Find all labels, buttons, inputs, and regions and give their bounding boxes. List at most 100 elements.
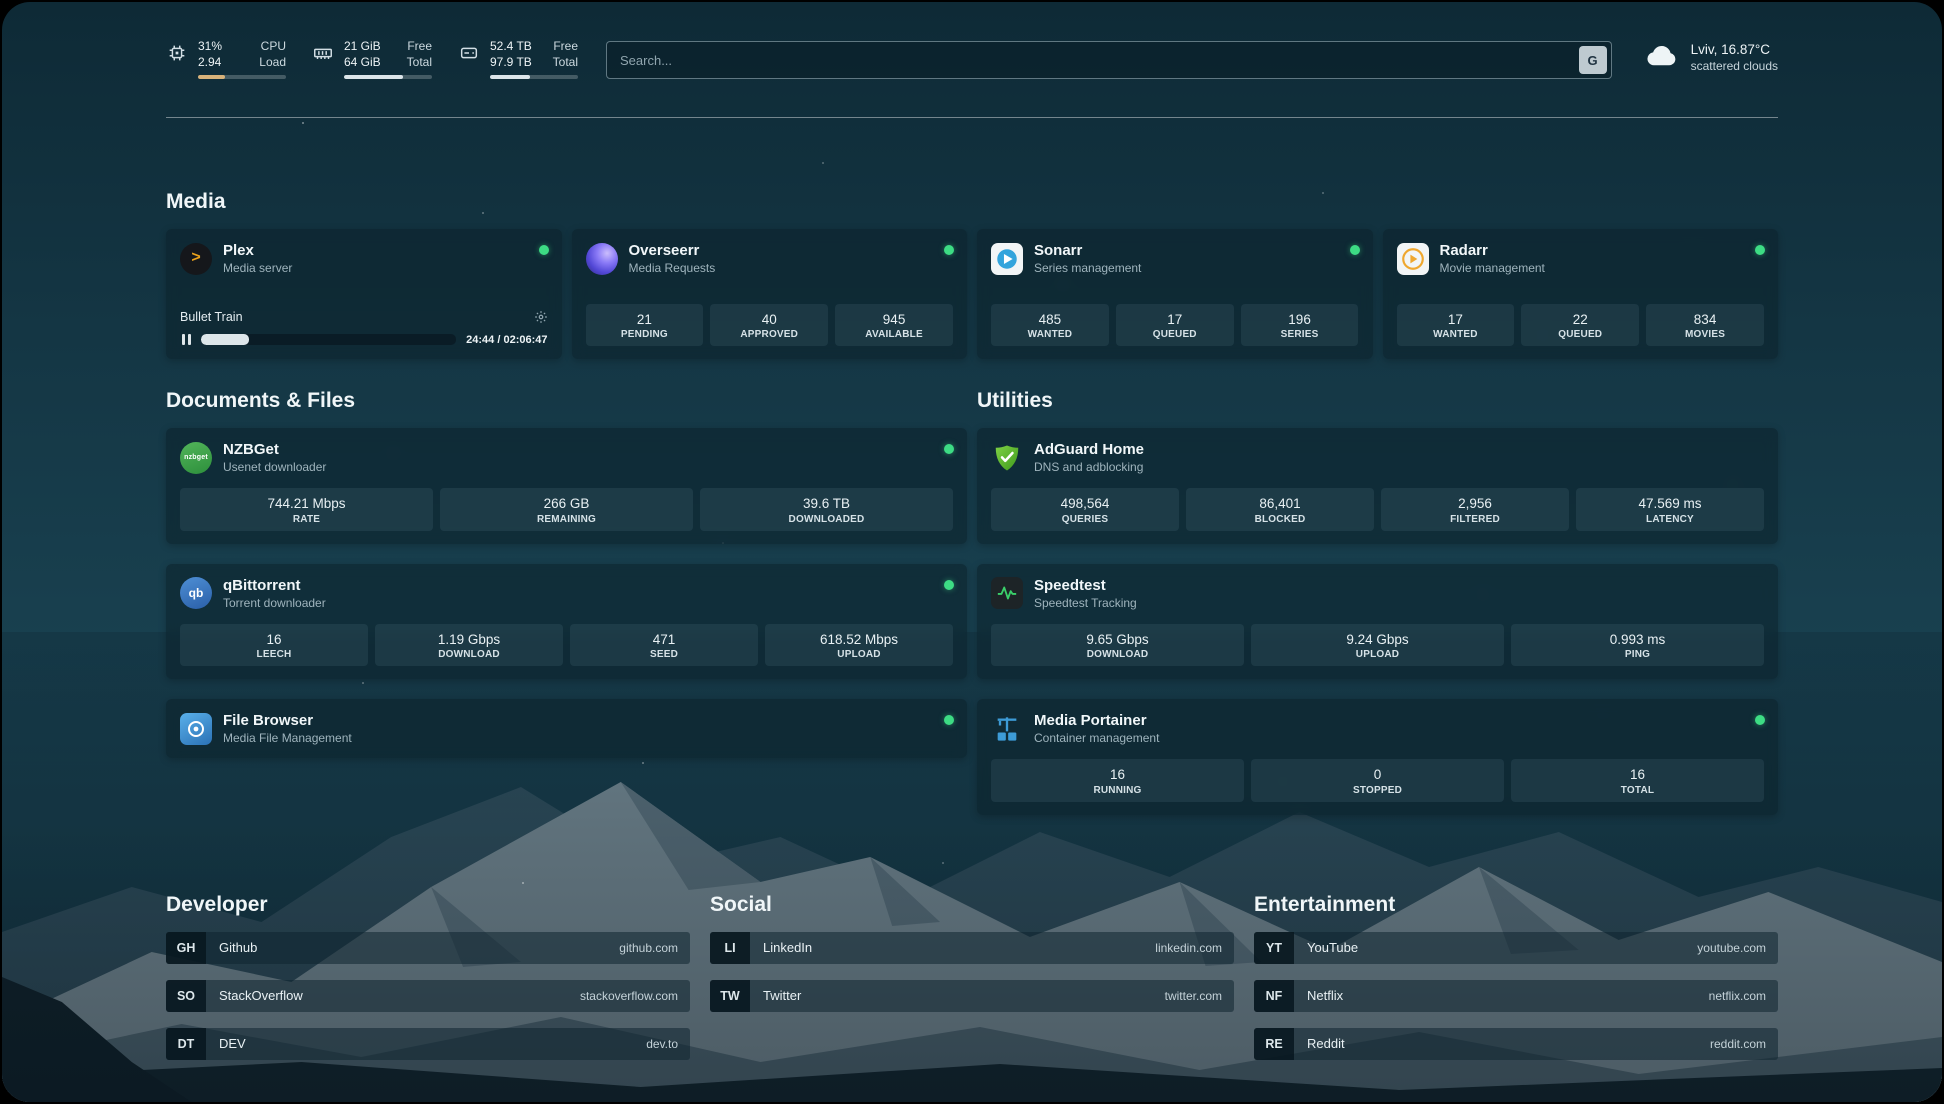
stat-value: 196	[1243, 311, 1357, 329]
cloud-icon	[1644, 41, 1680, 72]
section-title-documents: Documents & Files	[166, 389, 967, 413]
stat-value: 1.19 Gbps	[377, 631, 561, 649]
stat-label: PENDING	[588, 329, 702, 340]
stat-value: 618.52 Mbps	[767, 631, 951, 649]
middle-columns: Documents & Files nzbgetNZBGetUsenet dow…	[166, 389, 1778, 835]
service-description: Torrent downloader	[223, 596, 326, 610]
bookmark-url: reddit.com	[1710, 1037, 1766, 1051]
overseerr-icon	[586, 243, 618, 275]
stat-approved: 40APPROVED	[710, 304, 828, 347]
service-name: Sonarr	[1034, 242, 1141, 260]
service-header: RadarrMovie management	[1397, 242, 1765, 275]
now-playing-title: Bullet Train	[180, 310, 243, 324]
service-description: Usenet downloader	[223, 460, 326, 474]
stat-value: 39.6 TB	[702, 495, 951, 513]
stat-available: 945AVAILABLE	[835, 304, 953, 347]
stat-value: 17	[1399, 311, 1513, 329]
sonarr-card[interactable]: SonarrSeries management485WANTED17QUEUED…	[977, 229, 1373, 359]
bookmark-url: github.com	[619, 941, 678, 955]
memory-icon	[312, 42, 334, 69]
stat-value: 744.21 Mbps	[182, 495, 431, 513]
bookmark-group-title: Developer	[166, 893, 690, 917]
bookmark-netflix[interactable]: NFNetflixnetflix.com	[1254, 980, 1778, 1012]
playback-time: 24:44 / 02:06:47	[466, 334, 547, 346]
bookmark-youtube[interactable]: YTYouTubeyoutube.com	[1254, 932, 1778, 964]
service-description: Speedtest Tracking	[1034, 596, 1137, 610]
radarr-card[interactable]: RadarrMovie management17WANTED22QUEUED83…	[1383, 229, 1779, 359]
stat-label: DOWNLOADED	[702, 514, 951, 525]
bookmark-name: LinkedIn	[763, 940, 812, 955]
service-header: Media PortainerContainer management	[991, 712, 1764, 745]
stat-label: UPLOAD	[767, 649, 951, 660]
adguard-card[interactable]: AdGuard HomeDNS and adblocking498,564QUE…	[977, 428, 1778, 544]
stat-label: SERIES	[1243, 329, 1357, 340]
stat-pending: 21PENDING	[586, 304, 704, 347]
stat-label: AVAILABLE	[837, 329, 951, 340]
speedtest-card[interactable]: SpeedtestSpeedtest Tracking9.65 GbpsDOWN…	[977, 564, 1778, 680]
stat-total: 16TOTAL	[1511, 759, 1764, 802]
cpu-load-label: Load	[259, 55, 286, 71]
stat-value: 47.569 ms	[1578, 495, 1762, 513]
gear-icon[interactable]	[534, 310, 548, 324]
bookmark-abbr: LI	[710, 932, 750, 964]
service-name: Radarr	[1440, 242, 1545, 260]
bookmark-name: Github	[219, 940, 257, 955]
bookmark-abbr: TW	[710, 980, 750, 1012]
stat-label: WANTED	[1399, 329, 1513, 340]
stat-label: REMAINING	[442, 514, 691, 525]
bookmark-github[interactable]: GHGithubgithub.com	[166, 932, 690, 964]
memory-widget: 21 GiBFree 64 GiBTotal	[312, 39, 432, 79]
stat-value: 2,956	[1383, 495, 1567, 513]
disk-free-label: Free	[553, 39, 578, 55]
service-description: DNS and adblocking	[1034, 460, 1144, 474]
memory-total-label: Total	[407, 55, 432, 71]
playback-progress-bar[interactable]	[201, 334, 456, 345]
plex-card[interactable]: >PlexMedia serverBullet Train24:44 / 02:…	[166, 229, 562, 359]
bookmark-twitter[interactable]: TWTwittertwitter.com	[710, 980, 1234, 1012]
stat-upload: 9.24 GbpsUPLOAD	[1251, 624, 1504, 667]
bookmark-linkedin[interactable]: LILinkedInlinkedin.com	[710, 932, 1234, 964]
bookmark-group-title: Entertainment	[1254, 893, 1778, 917]
pause-icon[interactable]	[180, 333, 193, 346]
stat-label: TOTAL	[1513, 785, 1762, 796]
bookmark-reddit[interactable]: RERedditreddit.com	[1254, 1028, 1778, 1060]
stat-remaining: 266 GBREMAINING	[440, 488, 693, 531]
status-online-dot	[944, 580, 954, 590]
stat-rate: 744.21 MbpsRATE	[180, 488, 433, 531]
bookmark-url: twitter.com	[1165, 989, 1222, 1003]
qbittorrent-card[interactable]: qbqBittorrentTorrent downloader16LEECH1.…	[166, 564, 967, 680]
weather-widget[interactable]: Lviv, 16.87°C scattered clouds	[1644, 41, 1778, 73]
search-input[interactable]	[606, 41, 1612, 79]
cpu-icon	[166, 42, 188, 69]
stat-label: DOWNLOAD	[993, 649, 1242, 660]
search-provider-button[interactable]: G	[1579, 46, 1607, 74]
bookmark-stackoverflow[interactable]: SOStackOverflowstackoverflow.com	[166, 980, 690, 1012]
stat-wanted: 485WANTED	[991, 304, 1109, 347]
stat-seed: 471SEED	[570, 624, 758, 667]
memory-free-value: 21 GiB	[344, 39, 381, 55]
service-name: AdGuard Home	[1034, 441, 1144, 459]
bookmark-dev[interactable]: DTDEVdev.to	[166, 1028, 690, 1060]
stat-value: 9.24 Gbps	[1253, 631, 1502, 649]
stat-label: APPROVED	[712, 329, 826, 340]
filebrowser-card[interactable]: File BrowserMedia File Management	[166, 699, 967, 758]
service-header: OverseerrMedia Requests	[586, 242, 954, 275]
stat-series: 196SERIES	[1241, 304, 1359, 347]
stat-leech: 16LEECH	[180, 624, 368, 667]
cpu-progress-bar	[198, 75, 286, 79]
stat-upload: 618.52 MbpsUPLOAD	[765, 624, 953, 667]
cpu-value: 31%	[198, 39, 222, 55]
portainer-icon	[991, 713, 1023, 745]
service-description: Series management	[1034, 261, 1141, 275]
disk-icon	[458, 42, 480, 69]
overseerr-card[interactable]: OverseerrMedia Requests 21PENDING40APPROV…	[572, 229, 968, 359]
service-name: Overseerr	[629, 242, 716, 260]
service-stats: 21PENDING40APPROVED945AVAILABLE	[586, 304, 954, 347]
portainer-card[interactable]: Media PortainerContainer management16RUN…	[977, 699, 1778, 815]
nzbget-card[interactable]: nzbgetNZBGetUsenet downloader744.21 Mbps…	[166, 428, 967, 544]
cpu-label: CPU	[261, 39, 286, 55]
stat-value: 16	[1513, 766, 1762, 784]
stat-value: 0.993 ms	[1513, 631, 1762, 649]
bookmark-url: netflix.com	[1709, 989, 1766, 1003]
status-online-dot	[539, 245, 549, 255]
